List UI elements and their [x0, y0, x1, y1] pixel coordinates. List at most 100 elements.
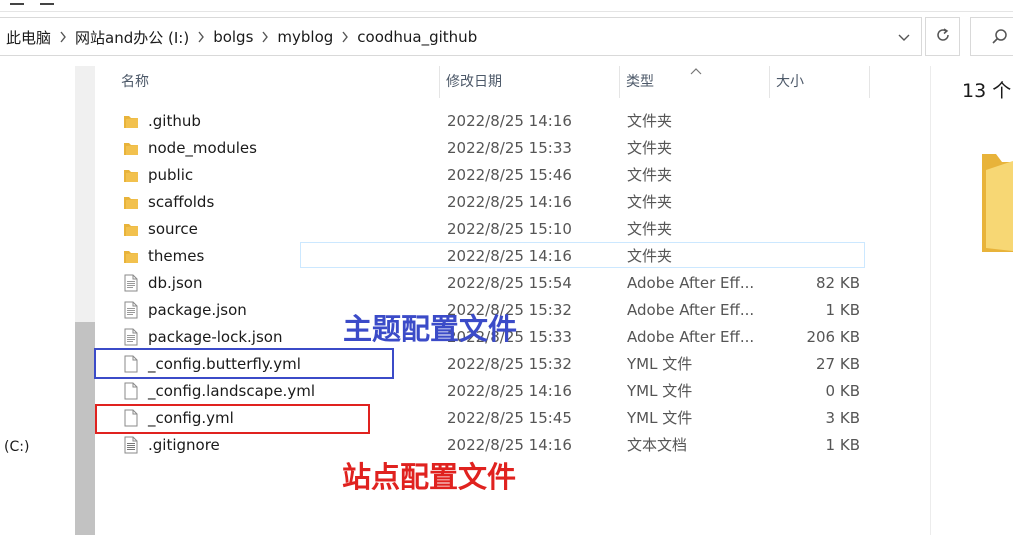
- file-name: package.json: [148, 301, 247, 319]
- address-bar[interactable]: 此电脑 网站and办公 (I:) bolgs myblog coodhua_gi…: [0, 17, 922, 56]
- file-date: 2022/8/25 15:54: [447, 274, 572, 292]
- column-header-label: 类型: [626, 74, 654, 90]
- folder-icon: [122, 110, 140, 132]
- file-type: Adobe After Eff...: [627, 301, 755, 319]
- nav-item-drive-c[interactable]: (C:): [4, 439, 29, 455]
- file-date: 2022/8/25 15:33: [447, 139, 572, 157]
- file-type: 文件夹: [627, 139, 673, 157]
- file-size: 27 KB: [816, 355, 860, 373]
- file-size: [775, 164, 860, 186]
- column-header-label: 大小: [776, 74, 804, 90]
- column-header-label: 名称: [121, 74, 149, 90]
- refresh-button[interactable]: [925, 17, 960, 56]
- file-name: scaffolds: [148, 193, 215, 211]
- column-header-label: 修改日期: [446, 74, 502, 90]
- file-row[interactable]: .github 2022/8/25 14:16 文件夹: [95, 107, 870, 134]
- chevron-down-icon[interactable]: [890, 27, 918, 49]
- file-type: Adobe After Eff...: [627, 328, 755, 346]
- file-date: 2022/8/25 14:16: [447, 193, 572, 211]
- sort-ascending-icon: [690, 63, 702, 75]
- file-size: 1 KB: [825, 301, 860, 319]
- file-type: YML 文件: [627, 355, 693, 373]
- file-size: 3 KB: [825, 409, 860, 427]
- chevron-right-icon[interactable]: [53, 31, 73, 43]
- theme-config-label: 主题配置文件: [343, 312, 518, 346]
- chevron-right-icon[interactable]: [191, 31, 211, 43]
- file-size: [775, 245, 860, 267]
- file-type: YML 文件: [627, 382, 693, 400]
- breadcrumb-myblog[interactable]: myblog: [275, 28, 335, 46]
- file-type: 文本文档: [627, 436, 688, 454]
- file-size: [775, 137, 860, 159]
- file-row[interactable]: public 2022/8/25 15:46 文件夹: [95, 161, 870, 188]
- file-name: package-lock.json: [148, 328, 283, 346]
- site-config-highlight-box: [95, 404, 370, 434]
- chevron-right-icon[interactable]: [335, 31, 355, 43]
- search-box[interactable]: [970, 17, 1013, 56]
- file-row[interactable]: themes 2022/8/25 14:16 文件夹: [95, 242, 870, 269]
- file-date: 2022/8/25 15:45: [447, 409, 572, 427]
- file-type: 文件夹: [627, 247, 673, 265]
- menu-strip: [0, 0, 1013, 12]
- chevron-right-icon[interactable]: [255, 31, 275, 43]
- breadcrumb-coodhua-github[interactable]: coodhua_github: [355, 28, 479, 46]
- folder-preview-icon: [982, 150, 1013, 256]
- column-header-name[interactable]: 名称: [115, 66, 440, 98]
- file-type: Adobe After Eff...: [627, 274, 755, 292]
- file-date: 2022/8/25 15:10: [447, 220, 572, 238]
- folder-icon: [122, 137, 140, 159]
- file-name: .gitignore: [148, 436, 220, 454]
- file-date: 2022/8/25 14:16: [447, 436, 572, 454]
- file-type: 文件夹: [627, 166, 673, 184]
- file-row[interactable]: db.json 2022/8/25 15:54 Adobe After Eff.…: [95, 269, 870, 296]
- file-size: [775, 110, 860, 132]
- nav-scrollbar-thumb[interactable]: [75, 322, 95, 535]
- folder-icon: [122, 218, 140, 240]
- file-size: 206 KB: [806, 328, 860, 346]
- breadcrumb-bolgs[interactable]: bolgs: [211, 28, 255, 46]
- folder-icon: [122, 245, 140, 267]
- file-date: 2022/8/25 15:32: [447, 355, 572, 373]
- column-header-date[interactable]: 修改日期: [440, 66, 620, 98]
- file-row[interactable]: node_modules 2022/8/25 15:33 文件夹: [95, 134, 870, 161]
- file-name: themes: [148, 247, 205, 265]
- file-date: 2022/8/25 14:16: [447, 382, 572, 400]
- file-name: .github: [148, 112, 201, 130]
- file-type: 文件夹: [627, 193, 673, 211]
- file-size: 82 KB: [816, 274, 860, 292]
- site-config-label: 站点配置文件: [342, 460, 517, 494]
- menu-mark: [40, 3, 54, 5]
- file-type: YML 文件: [627, 409, 693, 427]
- json-file-icon: [122, 272, 140, 294]
- file-icon: [122, 380, 140, 402]
- file-name: node_modules: [148, 139, 257, 157]
- navigation-pane: (C:): [0, 66, 75, 535]
- folder-icon: [122, 164, 140, 186]
- breadcrumb-drive-i[interactable]: 网站and办公 (I:): [73, 27, 191, 48]
- details-pane-divider[interactable]: [930, 66, 931, 535]
- file-size: [775, 191, 860, 213]
- folder-icon: [122, 191, 140, 213]
- json-file-icon: [122, 299, 140, 321]
- text-file-icon: [122, 434, 140, 456]
- file-name: source: [148, 220, 198, 238]
- file-type: 文件夹: [627, 112, 673, 130]
- file-date: 2022/8/25 14:16: [447, 247, 572, 265]
- file-row[interactable]: source 2022/8/25 15:10 文件夹: [95, 215, 870, 242]
- file-size: 1 KB: [825, 436, 860, 454]
- file-row[interactable]: scaffolds 2022/8/25 14:16 文件夹: [95, 188, 870, 215]
- file-row[interactable]: _config.landscape.yml 2022/8/25 14:16 YM…: [95, 377, 870, 404]
- column-header-size[interactable]: 大小: [770, 66, 870, 98]
- breadcrumb-this-pc[interactable]: 此电脑: [4, 27, 53, 48]
- file-type: 文件夹: [627, 220, 673, 238]
- json-file-icon: [122, 326, 140, 348]
- file-date: 2022/8/25 14:16: [447, 112, 572, 130]
- breadcrumb: 此电脑 网站and办公 (I:) bolgs myblog coodhua_gi…: [4, 27, 479, 47]
- file-name: public: [148, 166, 194, 184]
- file-size: 0 KB: [825, 382, 860, 400]
- refresh-icon: [935, 27, 951, 47]
- file-size: [775, 218, 860, 240]
- column-headers: 名称 修改日期 类型 大小: [95, 66, 870, 98]
- nav-scrollbar[interactable]: [75, 66, 95, 535]
- theme-config-highlight-box: [94, 348, 394, 379]
